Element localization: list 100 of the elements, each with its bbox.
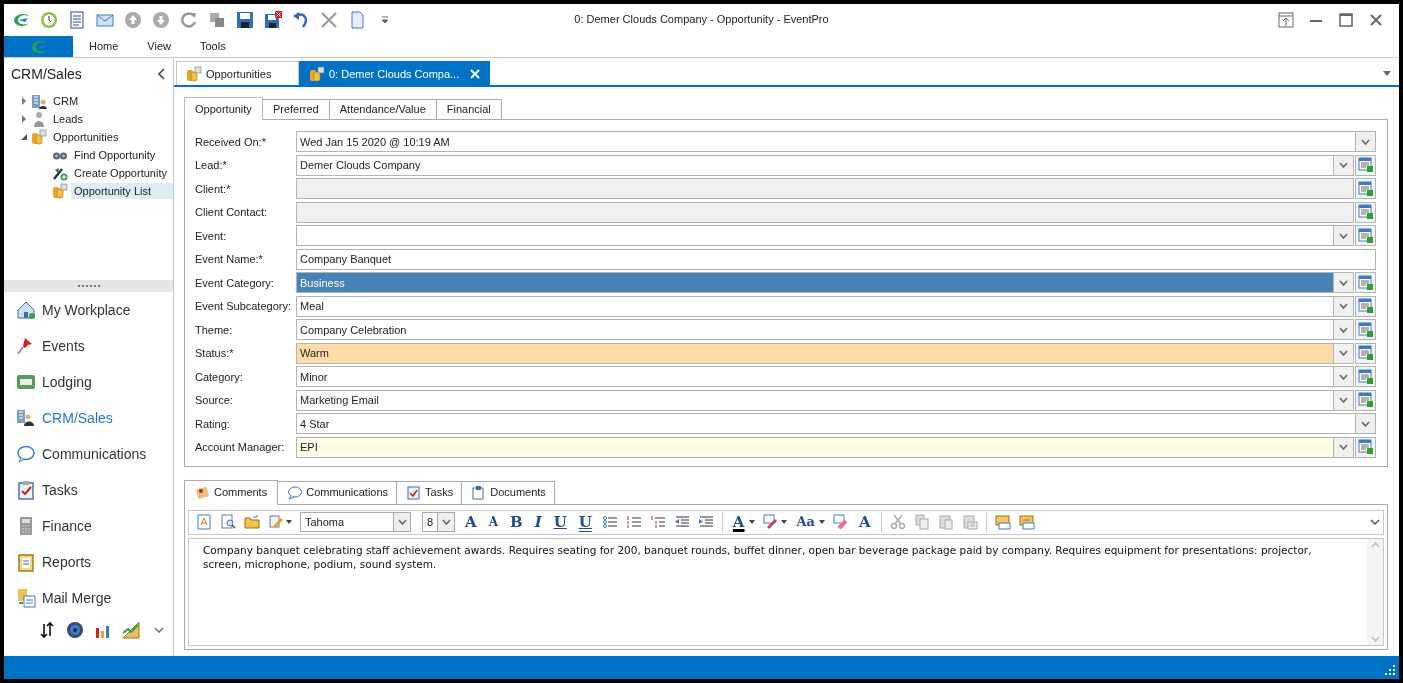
tree-item[interactable]: Leads [50, 111, 173, 127]
nav-item[interactable]: Mail Merge [4, 580, 173, 616]
caret-icon[interactable] [780, 520, 787, 524]
text-block-icon[interactable] [1018, 514, 1035, 530]
lookup-button[interactable] [1355, 389, 1376, 411]
double-underline-button[interactable]: U [576, 513, 594, 531]
lookup-button[interactable] [1355, 272, 1376, 293]
ribbon-tab[interactable]: Tools [187, 36, 239, 57]
grow-font-button[interactable]: A [463, 513, 479, 531]
eraser-icon[interactable] [833, 514, 849, 530]
dropdown-button[interactable] [1356, 131, 1376, 152]
scrollbar[interactable] [1367, 538, 1383, 645]
collapse-arrow-icon[interactable] [19, 132, 29, 142]
change-case-button[interactable]: Aa [794, 513, 817, 531]
sort-arrows-icon[interactable] [38, 621, 56, 639]
ribbon-tab[interactable]: Home [76, 36, 132, 57]
tree-item[interactable]: Create Opportunity [71, 165, 173, 181]
nav-item[interactable]: Lodging [4, 364, 173, 400]
combo-field[interactable]: Business [296, 272, 1334, 293]
tree-item[interactable]: Find Opportunity [71, 147, 173, 163]
chevron-down-icon[interactable] [1370, 518, 1380, 526]
combo-field[interactable]: Demer Clouds Company [296, 154, 1334, 176]
font-size-combo[interactable]: 8 [422, 512, 455, 532]
combo-field[interactable]: Warm [296, 342, 1334, 364]
copy-icon[interactable] [208, 11, 226, 29]
nav-item[interactable]: Events [4, 328, 173, 364]
maximize-icon[interactable] [1337, 11, 1355, 29]
dropdown-button[interactable] [1334, 389, 1354, 411]
disc-icon[interactable] [66, 621, 84, 639]
close-icon[interactable] [320, 11, 338, 29]
lookup-button[interactable] [1355, 295, 1376, 317]
grip-icon[interactable] [77, 284, 100, 288]
combo-field[interactable]: Wed Jan 15 2020 @ 10:19 AM [296, 131, 1356, 152]
dropdown-button[interactable] [1334, 272, 1354, 293]
text-field[interactable]: Company Banquet [296, 248, 1376, 270]
outdent-icon[interactable] [673, 514, 690, 530]
folder-icon[interactable] [244, 514, 260, 530]
dropdown-button[interactable] [1334, 342, 1354, 364]
nav-item[interactable]: Finance [4, 508, 173, 544]
lookup-button[interactable] [1355, 319, 1376, 340]
save-close-icon[interactable] [264, 11, 282, 29]
combo-field[interactable] [296, 225, 1334, 246]
document-icon[interactable] [196, 514, 212, 530]
multilevel-list-icon[interactable] [649, 514, 666, 530]
tab[interactable]: Opportunity [184, 97, 263, 120]
clock-icon[interactable] [40, 11, 58, 29]
italic-button[interactable]: I [532, 513, 544, 531]
line-chart-icon[interactable] [122, 621, 140, 639]
tab[interactable]: Financial [435, 99, 502, 119]
dropdown-button[interactable] [1334, 295, 1354, 317]
lookup-button[interactable] [1355, 342, 1376, 364]
mail-icon[interactable] [96, 11, 114, 29]
tree-item[interactable]: Opportunity List [71, 183, 173, 199]
combo-field[interactable]: Minor [296, 366, 1334, 387]
scissors-icon[interactable] [889, 514, 906, 530]
tab[interactable]: Comments [184, 479, 279, 505]
dropdown-button[interactable] [1334, 225, 1354, 246]
logo-icon[interactable] [12, 11, 30, 29]
shrink-font-button[interactable]: A [486, 513, 500, 531]
combo-field[interactable]: Company Celebration [296, 319, 1334, 340]
dropdown-button[interactable] [1334, 154, 1354, 176]
nav-item[interactable]: My Workplace [4, 292, 173, 328]
caret-icon[interactable] [286, 520, 292, 524]
refresh-icon[interactable] [180, 11, 198, 29]
underline-button[interactable]: U [551, 513, 569, 531]
font-button[interactable]: A [857, 513, 873, 531]
tree-item[interactable]: Opportunities [50, 129, 173, 145]
undo-icon[interactable] [292, 11, 310, 29]
dropdown-button[interactable] [1334, 436, 1354, 458]
bold-button[interactable]: B [507, 513, 525, 531]
dropdown-button[interactable] [1356, 413, 1376, 434]
document-icon[interactable] [68, 11, 86, 29]
combo-field[interactable]: EPI [296, 436, 1334, 458]
bullet-list-icon[interactable] [601, 514, 618, 530]
combo-field[interactable]: 4 Star [296, 413, 1356, 434]
field-block-icon[interactable] [994, 514, 1011, 530]
document-tab[interactable]: Opportunities [176, 61, 299, 85]
font-color-button[interactable]: A [730, 513, 747, 531]
magnifier-document-icon[interactable] [220, 514, 236, 530]
dropdown-arrow-icon[interactable] [1382, 69, 1392, 77]
nav-item[interactable]: Communications [4, 436, 173, 472]
expand-arrow-icon[interactable] [19, 96, 29, 106]
caret-icon[interactable] [819, 520, 825, 524]
lookup-button[interactable] [1355, 225, 1376, 246]
indent-icon[interactable] [697, 514, 714, 530]
font-combo[interactable]: Tahoma [300, 512, 411, 532]
lookup-button[interactable] [1355, 436, 1376, 458]
lookup-button[interactable] [1355, 154, 1376, 176]
nav-item[interactable]: Reports [4, 544, 173, 580]
combo-field[interactable]: Meal [296, 295, 1334, 317]
nav-item[interactable]: Tasks [4, 472, 173, 508]
document-tab[interactable]: 0: Demer Clouds Compa... [299, 61, 490, 85]
tree-item[interactable]: CRM [50, 93, 173, 109]
resize-grip-icon[interactable] [1385, 665, 1395, 675]
dropdown-button[interactable] [1334, 319, 1354, 340]
highlighter-icon[interactable] [762, 514, 779, 530]
nav-item[interactable]: CRM/Sales [4, 400, 173, 436]
pin-icon[interactable] [1277, 11, 1295, 29]
collapse-icon[interactable] [157, 68, 167, 80]
caret-icon[interactable] [748, 520, 755, 524]
